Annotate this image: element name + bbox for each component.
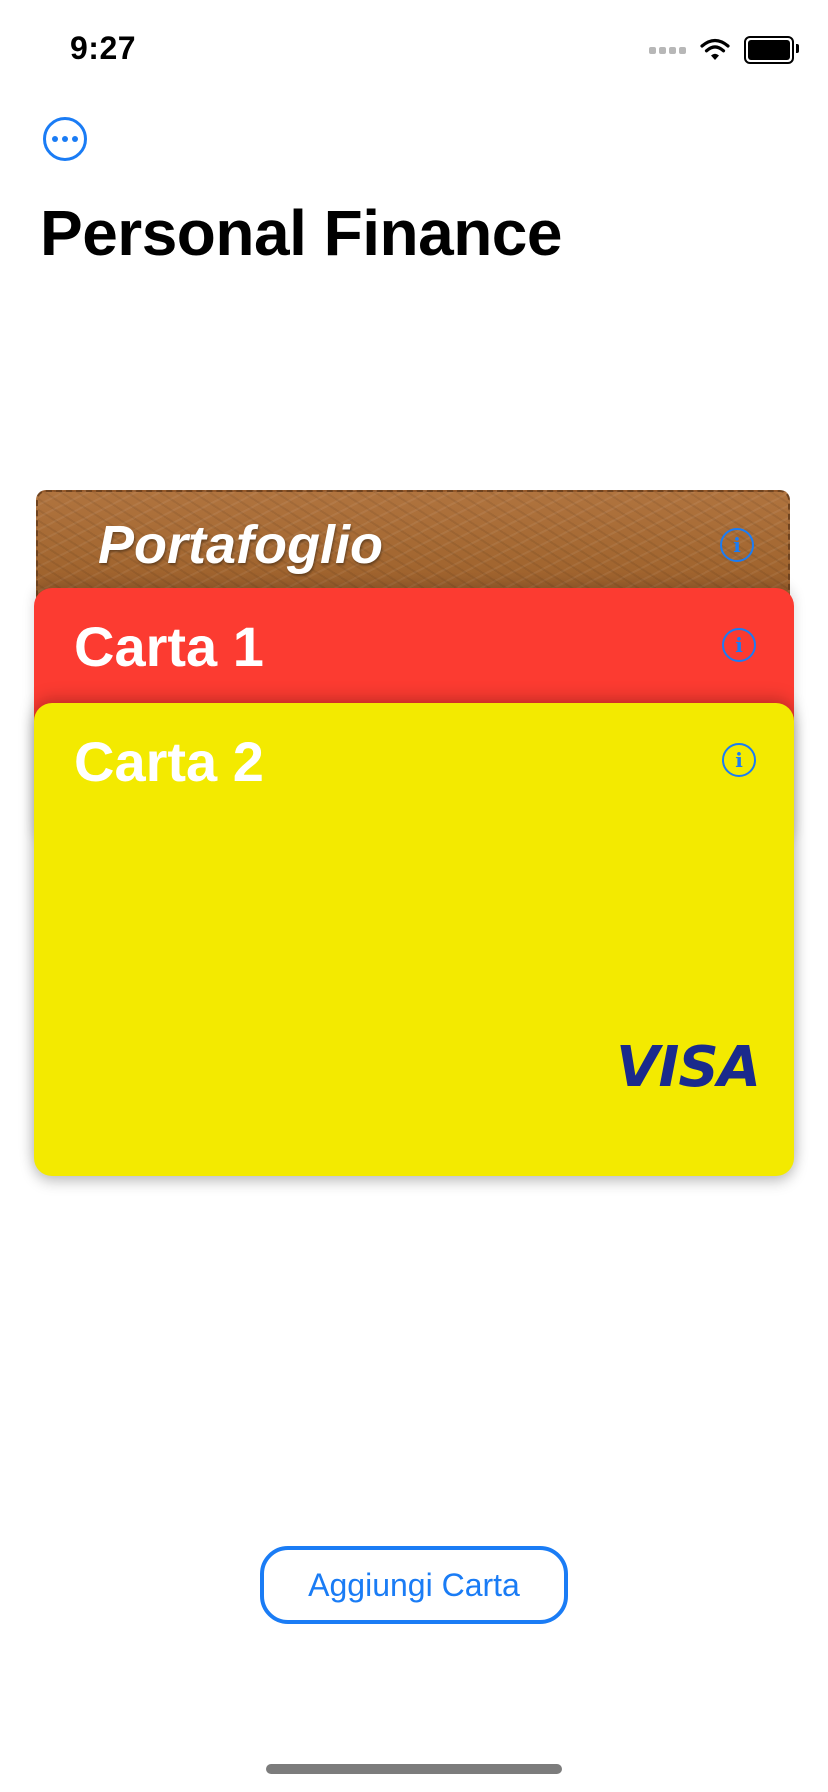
- page-title: Personal Finance: [40, 197, 562, 269]
- info-icon[interactable]: i: [722, 628, 756, 662]
- status-indicators: [649, 36, 799, 64]
- card2-title: Carta 2: [74, 730, 264, 793]
- home-indicator[interactable]: [266, 1764, 562, 1774]
- wallet-title: Portafoglio: [98, 515, 383, 575]
- info-icon[interactable]: i: [720, 528, 754, 562]
- info-icon[interactable]: i: [722, 743, 756, 777]
- wifi-icon: [700, 38, 730, 60]
- battery-icon: [744, 36, 799, 64]
- status-time: 9:27: [70, 30, 137, 66]
- cellular-signal-icon: [649, 46, 686, 54]
- more-options-button[interactable]: [43, 117, 87, 161]
- card1-title: Carta 1: [74, 615, 264, 678]
- card-carta-2[interactable]: Carta 2 i VISA: [34, 703, 794, 1176]
- add-card-button[interactable]: Aggiungi Carta: [260, 1546, 568, 1624]
- more-dots-icon: [52, 136, 58, 142]
- visa-logo: VISA: [616, 1035, 761, 1100]
